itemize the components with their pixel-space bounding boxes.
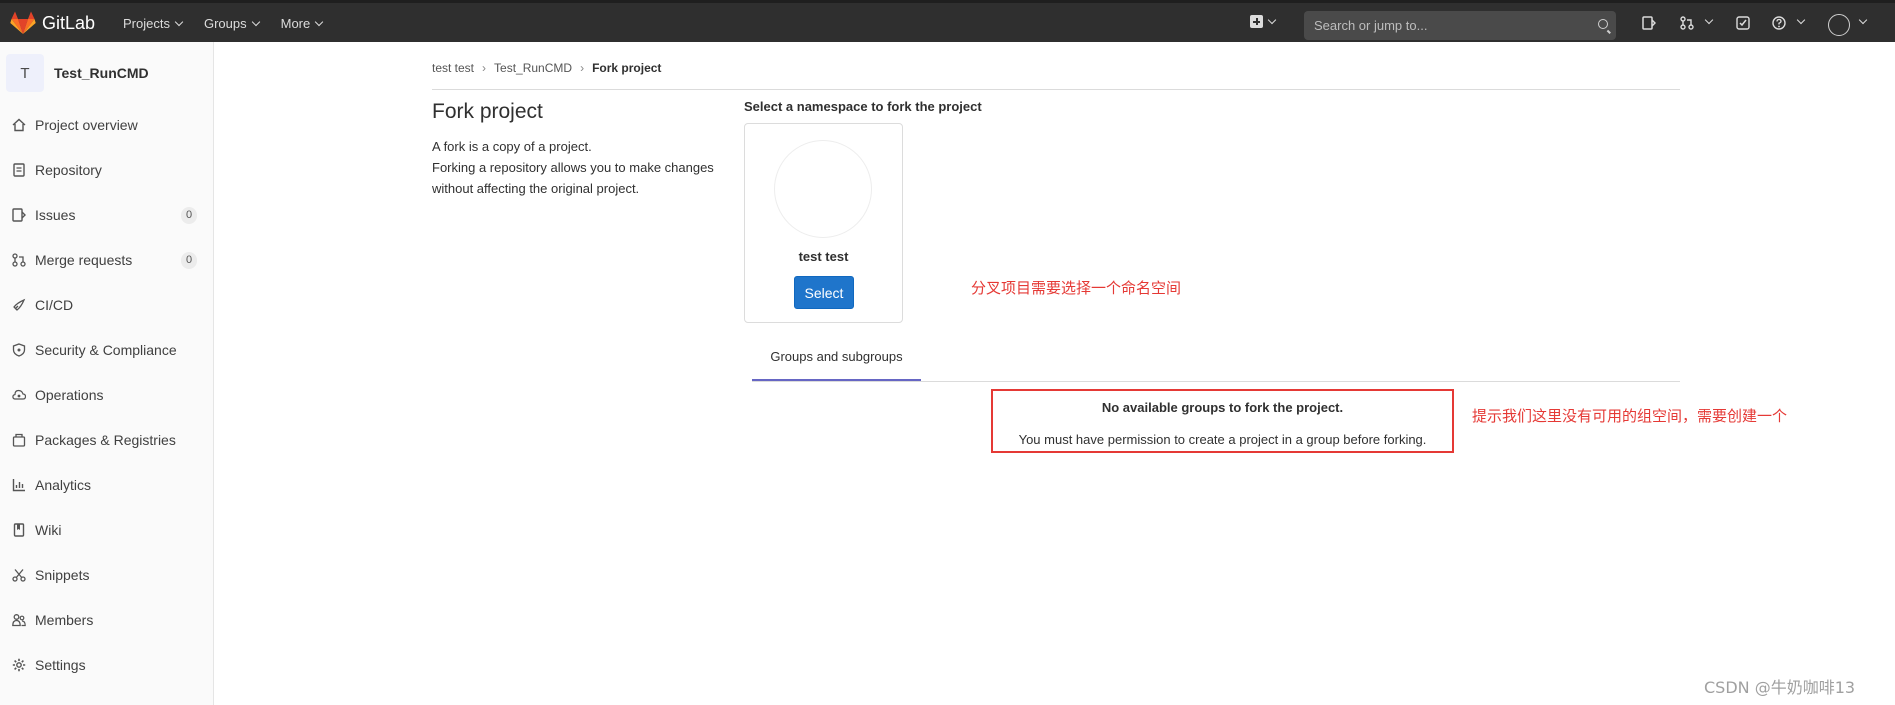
breadcrumb: test test › Test_RunCMD › Fork project (432, 61, 661, 75)
namespace-heading: Select a namespace to fork the project (744, 99, 982, 114)
nav-groups[interactable]: Groups (203, 16, 260, 31)
merge-request-icon[interactable] (1680, 16, 1694, 30)
chevron-down-icon (314, 17, 324, 26)
rocket-icon (13, 298, 26, 311)
project-sidebar: T Test_RunCMD Project overview Repositor… (0, 42, 214, 705)
sidebar-item-label: Settings (35, 657, 86, 673)
nav-groups-label: Groups (203, 16, 247, 31)
help-icon[interactable] (1772, 16, 1786, 30)
shield-icon (12, 343, 26, 357)
search-box[interactable] (1304, 11, 1616, 40)
page-title: Fork project (432, 100, 543, 123)
todo-icon[interactable] (1736, 16, 1750, 30)
sidebar-project-header[interactable]: T Test_RunCMD (6, 54, 149, 92)
sidebar-item-label: Security & Compliance (35, 342, 177, 358)
sidebar-item-members[interactable]: Members (0, 605, 213, 635)
sidebar-item-label: Project overview (35, 117, 138, 133)
brand-name: GitLab (42, 12, 96, 33)
namespace-card: test test Select (744, 123, 903, 323)
fork-description: A fork is a copy of a project. Forking a… (432, 136, 722, 199)
fork-description-line1: A fork is a copy of a project. (432, 139, 592, 154)
scissors-icon (12, 569, 26, 582)
user-avatar-icon[interactable] (1828, 14, 1850, 36)
cloud-gear-icon (12, 389, 26, 400)
sidebar-item-snippets[interactable]: Snippets (0, 560, 213, 590)
breadcrumb-item-project[interactable]: Test_RunCMD (494, 61, 572, 75)
package-icon (12, 433, 26, 447)
breadcrumb-current[interactable]: Fork project (592, 61, 661, 75)
breadcrumb-item-user[interactable]: test test (432, 61, 474, 75)
sidebar-item-issues[interactable]: Issues 0 (0, 200, 213, 230)
namespace-avatar (774, 140, 872, 238)
empty-state-title: No available groups to fork the project. (1101, 400, 1344, 415)
chevron-down-icon (1796, 15, 1806, 25)
breadcrumb-separator-icon: › (482, 61, 487, 75)
empty-state-box: No available groups to fork the project.… (991, 389, 1454, 453)
nav-more[interactable]: More (280, 16, 324, 31)
project-avatar: T (6, 54, 44, 92)
nav-projects[interactable]: Projects (123, 16, 184, 31)
home-icon (12, 118, 26, 132)
gitlab-logo[interactable]: GitLab (10, 11, 95, 35)
sidebar-item-merge-requests[interactable]: Merge requests 0 (0, 245, 213, 275)
users-icon (12, 614, 26, 627)
issues-icon[interactable] (1642, 16, 1656, 30)
sidebar-item-label: Merge requests (35, 252, 133, 268)
breadcrumb-separator-icon: › (580, 61, 585, 75)
sidebar-item-label: Members (35, 612, 94, 628)
sidebar-item-label: Operations (35, 387, 104, 403)
nav-projects-label: Projects (123, 16, 170, 31)
tab-bar-divider (752, 381, 1680, 382)
sidebar-item-label: Analytics (35, 477, 92, 493)
sidebar-item-label: Repository (35, 162, 102, 178)
chart-icon (12, 479, 25, 492)
top-nav-menu: Projects Groups More (123, 16, 344, 31)
chevron-down-icon (1704, 15, 1714, 25)
merge-request-icon (12, 253, 26, 267)
sidebar-item-repository[interactable]: Repository (0, 155, 213, 185)
sidebar-item-settings[interactable]: Settings (0, 650, 213, 680)
empty-state-text: You must have permission to create a pro… (1018, 432, 1427, 447)
nav-more-label: More (280, 16, 311, 31)
sidebar-item-packages-registries[interactable]: Packages & Registries (0, 425, 213, 455)
namespace-name: test test (798, 249, 849, 264)
chevron-down-icon (174, 17, 184, 26)
annotation-note-namespace: 分叉项目需要选择一个命名空间 (971, 279, 1182, 297)
sidebar-item-label: CI/CD (35, 297, 74, 313)
tab-groups-and-subgroups[interactable]: Groups and subgroups (752, 345, 921, 381)
search-icon (1598, 19, 1608, 29)
annotation-note-groups: 提示我们这里没有可用的组空间，需要创建一个 (1472, 407, 1788, 425)
issues-icon (12, 208, 26, 222)
merge-requests-count-badge: 0 (181, 252, 197, 269)
gear-icon (12, 658, 26, 672)
sidebar-item-security-compliance[interactable]: Security & Compliance (0, 335, 213, 365)
sidebar-item-analytics[interactable]: Analytics (0, 470, 213, 500)
chevron-down-icon (1858, 15, 1868, 25)
issues-count-badge: 0 (181, 207, 197, 224)
chevron-down-icon (251, 17, 260, 26)
sidebar-item-label: Packages & Registries (35, 432, 176, 448)
sidebar-item-operations[interactable]: Operations (0, 380, 213, 410)
gitlab-fox-icon (10, 11, 36, 34)
sidebar-item-project-overview[interactable]: Project overview (0, 110, 213, 140)
search-input[interactable] (1312, 17, 1586, 34)
project-name: Test_RunCMD (54, 65, 149, 81)
book-icon (13, 523, 25, 537)
new-menu-button[interactable] (1250, 15, 1277, 28)
sidebar-item-wiki[interactable]: Wiki (0, 515, 213, 545)
watermark: CSDN @牛奶咖啡13 (1704, 678, 1856, 697)
sidebar-item-label: Wiki (35, 522, 62, 538)
plus-square-icon (1250, 15, 1263, 28)
select-namespace-button[interactable]: Select (794, 276, 854, 309)
chevron-down-icon (1267, 15, 1277, 24)
sidebar-item-ci-cd[interactable]: CI/CD (0, 290, 213, 320)
sidebar-item-label: Issues (35, 207, 76, 223)
fork-description-line2: Forking a repository allows you to make … (432, 160, 714, 196)
sidebar-item-label: Snippets (35, 567, 90, 583)
top-navbar: GitLab Projects Groups More (0, 0, 1895, 42)
divider (432, 89, 1680, 90)
doc-icon (13, 163, 25, 177)
